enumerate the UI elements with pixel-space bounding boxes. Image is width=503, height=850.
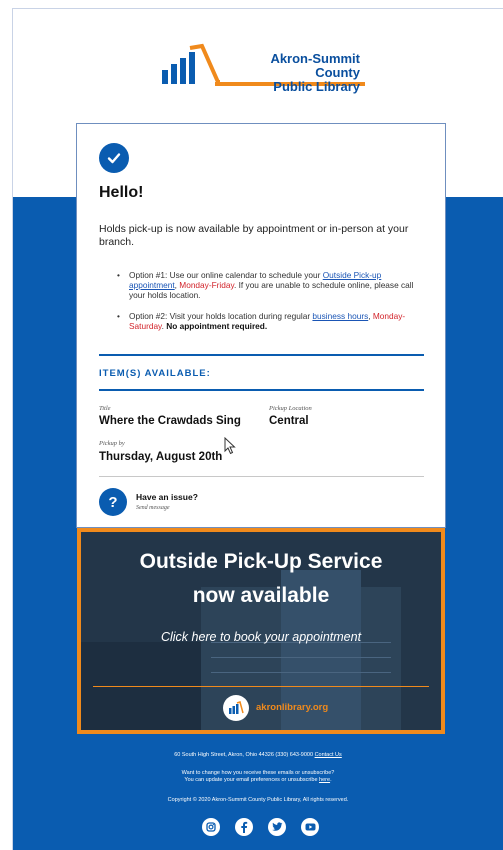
issue-title[interactable]: Have an issue? <box>136 492 198 502</box>
pickup-location: Central <box>269 415 309 427</box>
items-bottom-rule <box>99 389 424 391</box>
unsubscribe-here-link[interactable]: here <box>319 777 330 783</box>
footer-address: 60 South High Street, Akron, Ohio 44326 … <box>174 752 315 758</box>
banner-title-line2: now available <box>192 584 330 607</box>
banner-photo-left <box>81 642 201 730</box>
intro-text: Holds pick-up is now available by appoin… <box>99 223 409 248</box>
title-label: Title <box>99 405 111 412</box>
location-label: Pickup Location <box>269 405 312 412</box>
library-logo[interactable]: Akron-Summit County Public Library <box>160 42 370 94</box>
logo-text: Akron-Summit County Public Library <box>225 52 360 94</box>
pickup-by-date: Thursday, August 20th <box>99 451 223 463</box>
mouse-cursor-icon <box>224 437 236 455</box>
twitter-icon[interactable] <box>268 818 286 836</box>
logo-line2: Public Library <box>273 79 360 94</box>
question-icon[interactable]: ? <box>99 488 127 516</box>
footer-change-line: Want to change how you receive these ema… <box>181 770 335 776</box>
building-line <box>211 657 391 658</box>
options-list: Option #1: Use our online calendar to sc… <box>115 270 420 342</box>
youtube-icon[interactable] <box>301 818 319 836</box>
logo-line1: Akron-Summit County <box>270 51 360 80</box>
footer-update-line: You can update your email preferences or… <box>13 777 503 784</box>
option-1-days: Monday-Friday <box>179 280 235 290</box>
option-2-text: Option #2: Visit your holds location dur… <box>129 311 313 321</box>
business-hours-link[interactable]: business hours <box>312 311 368 321</box>
banner-cta[interactable]: Click here to book your appointment <box>81 630 441 644</box>
footer-copyright: Copyright © 2020 Akron-Summit County Pub… <box>167 797 349 803</box>
library-logo-icon <box>162 43 220 84</box>
option-1-text: Option #1: Use our online calendar to sc… <box>129 270 323 280</box>
banner-title-line1: Outside Pick-Up Service <box>139 550 383 573</box>
notification-card: Hello! Holds pick-up is now available by… <box>76 123 446 528</box>
item-title: Where the Crawdads Sing <box>99 415 241 427</box>
footer-preferences: Want to change how you receive these ema… <box>13 770 503 784</box>
items-heading: ITEM(S) AVAILABLE: <box>99 368 211 379</box>
checkmark-icon <box>99 143 129 173</box>
facebook-icon[interactable] <box>235 818 253 836</box>
option-2-note: No appointment required. <box>166 321 268 331</box>
pickup-by-label: Pickup by <box>99 440 125 447</box>
footer-period: . <box>330 777 332 783</box>
items-top-rule <box>99 354 424 356</box>
library-logo-icon <box>223 695 249 721</box>
greeting-heading: Hello! <box>99 184 144 201</box>
building-line <box>211 672 391 673</box>
footer-update-text: You can update your email preferences or… <box>184 777 320 783</box>
issue-divider <box>99 476 424 477</box>
option-2: Option #2: Visit your holds location dur… <box>115 311 420 331</box>
footer-address-line: 60 South High Street, Akron, Ohio 44326 … <box>13 752 503 759</box>
banner-divider <box>93 686 429 687</box>
contact-us-link[interactable]: Contact Us <box>315 752 342 758</box>
option-1: Option #1: Use our online calendar to sc… <box>115 270 420 300</box>
banner-url[interactable]: akronlibrary.org <box>256 702 328 713</box>
send-message-link[interactable]: Send message <box>136 505 170 511</box>
pickup-service-banner[interactable]: Outside Pick-Up Service now available Cl… <box>77 528 445 734</box>
instagram-icon[interactable] <box>202 818 220 836</box>
